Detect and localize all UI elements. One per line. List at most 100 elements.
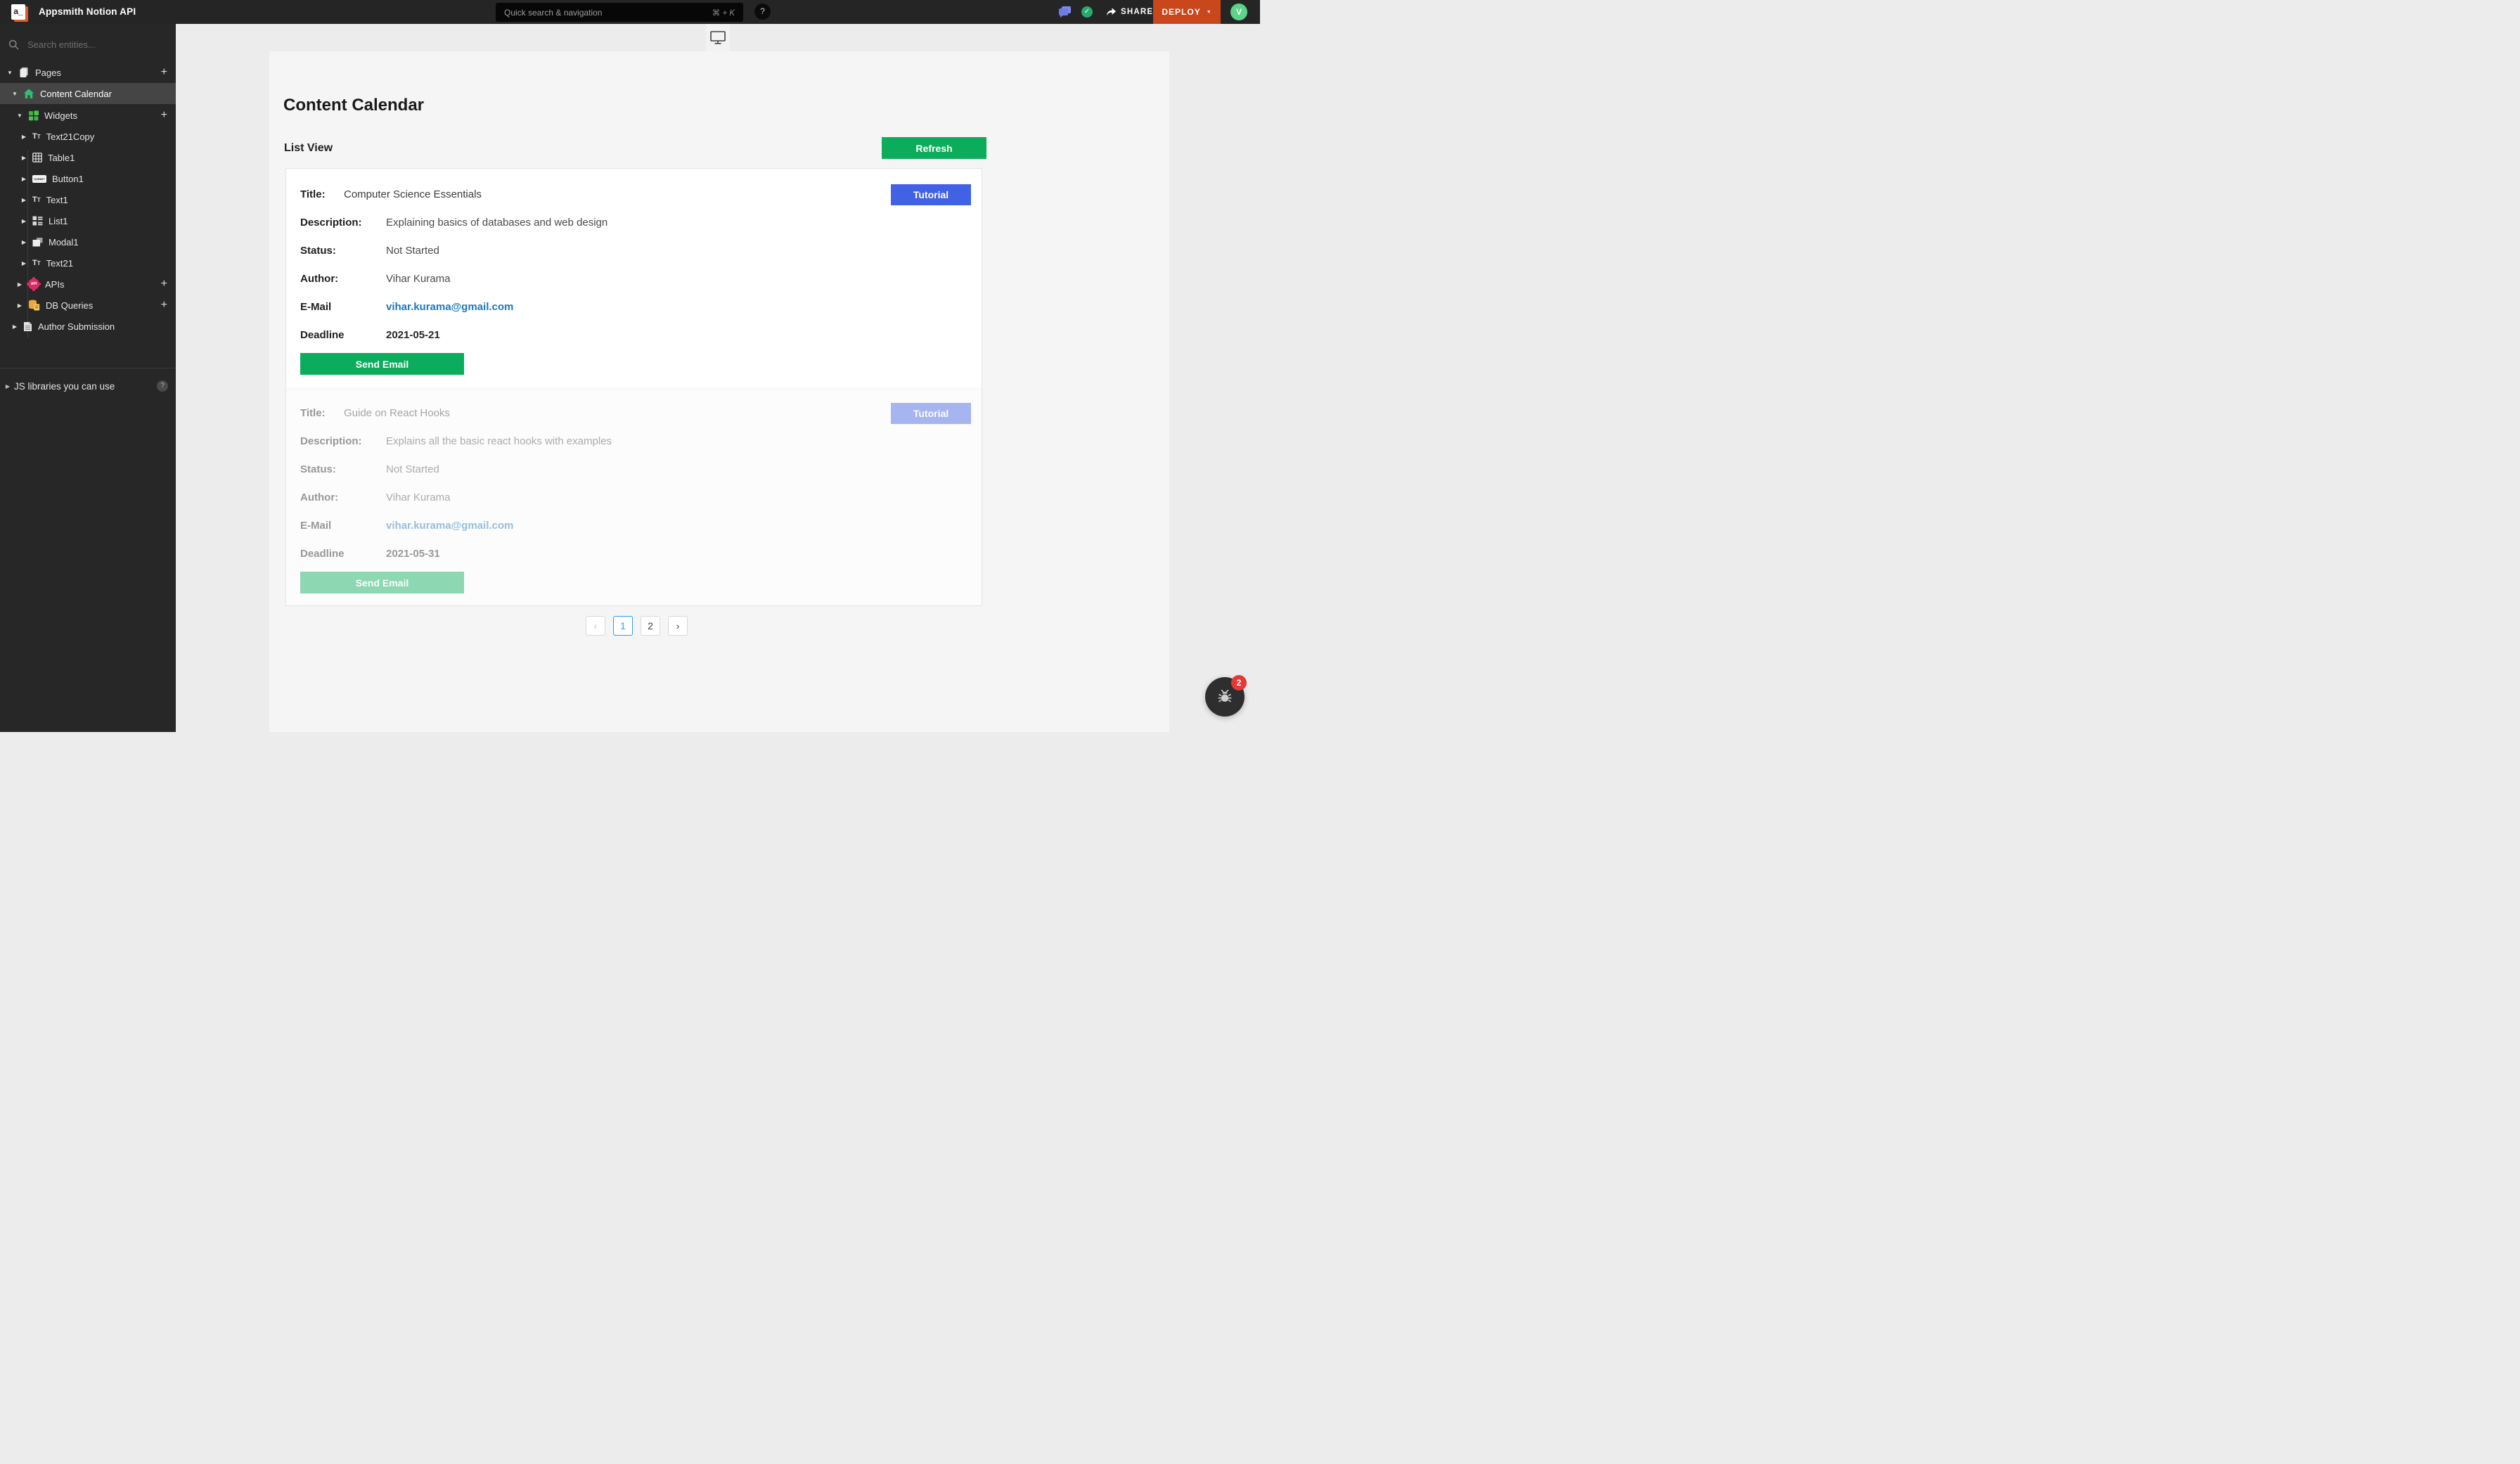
chevron-right-icon[interactable]: ▶	[20, 155, 27, 161]
deploy-caret-icon[interactable]: ▼	[1207, 10, 1212, 15]
chevron-right-icon[interactable]: ▶	[16, 302, 23, 309]
text-widget-icon: TT	[32, 259, 41, 267]
pagination-page-1[interactable]: 1	[613, 616, 633, 636]
sidebar-item-label: Pages	[35, 68, 61, 78]
description-value: Explains all the basic react hooks with …	[386, 435, 612, 449]
share-button[interactable]: SHARE	[1106, 7, 1153, 16]
list-widget-icon	[32, 216, 43, 226]
field-label: Description:	[300, 216, 362, 230]
sidebar-item-table1[interactable]: ▶ Table1	[0, 147, 176, 168]
sidebar-item-text21copy[interactable]: ▶ TT Text21Copy	[0, 126, 176, 147]
chevron-right-icon[interactable]: ▶	[4, 383, 11, 390]
help-button[interactable]: ?	[754, 4, 771, 20]
chevron-right-icon[interactable]: ▶	[16, 281, 23, 288]
email-link[interactable]: vihar.kurama@gmail.com	[386, 519, 513, 533]
chevron-down-icon[interactable]: ▼	[6, 70, 13, 76]
sidebar-item-modal1[interactable]: ▶ Modal1	[0, 231, 176, 252]
chevron-right-icon[interactable]: ▶	[20, 218, 27, 224]
js-libraries-help-icon[interactable]: ?	[157, 380, 168, 392]
sidebar-item-db-queries[interactable]: ▶ DB Queries +	[0, 295, 176, 316]
canvas-area: Content Calendar List View Refresh Title…	[176, 24, 1260, 732]
deploy-button[interactable]: DEPLOY ▼	[1153, 0, 1221, 24]
api-icon: API	[28, 278, 39, 290]
app-title: Appsmith Notion API	[39, 6, 136, 17]
deadline-value: 2021-05-31	[386, 547, 440, 561]
page-document-icon	[23, 321, 32, 332]
add-api-button[interactable]: +	[161, 278, 167, 290]
sidebar-item-label: List1	[49, 216, 68, 226]
refresh-button[interactable]: Refresh	[882, 137, 986, 159]
field-label: Author:	[300, 491, 338, 505]
field-label: Title:	[300, 188, 326, 202]
sidebar-item-author-submission[interactable]: ▶ Author Submission	[0, 316, 176, 337]
field-label: Deadline	[300, 328, 345, 342]
tutorial-tag-button[interactable]: Tutorial	[891, 184, 971, 205]
sidebar-item-label: Table1	[48, 153, 75, 163]
pagination-next-button[interactable]: ›	[668, 616, 688, 636]
user-avatar[interactable]: V	[1230, 4, 1247, 20]
sidebar-item-content-calendar[interactable]: ▼ Content Calendar	[0, 83, 176, 104]
sidebar-item-widgets[interactable]: ▼ Widgets +	[0, 105, 176, 126]
quick-search-shortcut: ⌘ + K	[712, 8, 735, 18]
chevron-down-icon[interactable]: ▼	[11, 91, 18, 97]
email-link[interactable]: vihar.kurama@gmail.com	[386, 300, 513, 314]
chevron-right-icon[interactable]: ▶	[11, 323, 18, 330]
author-value: Vihar Kurama	[386, 491, 450, 505]
deploy-status-icon[interactable]: ✓	[1081, 6, 1093, 18]
desktop-icon[interactable]	[710, 31, 726, 44]
chevron-right-icon[interactable]: ▶	[20, 239, 27, 245]
entity-search-input[interactable]	[27, 39, 161, 50]
list-pagination: ‹ 1 2 ›	[586, 616, 688, 636]
add-page-button[interactable]: +	[161, 66, 167, 79]
sidebar-item-list1[interactable]: ▶ List1	[0, 210, 176, 231]
sidebar-item-text1[interactable]: ▶ TT Text1	[0, 189, 176, 210]
chevron-down-icon[interactable]: ▼	[16, 113, 23, 119]
quick-search[interactable]: ⌘ + K	[496, 3, 743, 22]
appsmith-logo[interactable]: a_	[11, 4, 25, 20]
chevron-right-icon[interactable]: ▶	[20, 260, 27, 267]
sidebar-item-apis[interactable]: ▶ API APIs +	[0, 274, 176, 295]
sidebar-item-pages[interactable]: ▼ Pages +	[0, 62, 176, 83]
sidebar-item-label: Content Calendar	[40, 89, 112, 99]
sidebar-item-button1[interactable]: ▶ SUBMIT Button1	[0, 168, 176, 189]
sidebar-item-label: APIs	[45, 279, 64, 290]
title-value: Guide on React Hooks	[344, 406, 450, 420]
sidebar-item-label: Widgets	[44, 110, 77, 121]
sidebar-item-label: DB Queries	[46, 300, 93, 311]
home-icon	[23, 89, 34, 99]
add-query-button[interactable]: +	[161, 299, 167, 312]
sidebar-item-js-libraries[interactable]: ▶ JS libraries you can use ?	[0, 375, 176, 397]
comments-icon[interactable]	[1058, 6, 1072, 18]
chevron-right-icon[interactable]: ▶	[20, 134, 27, 140]
sidebar-item-text21[interactable]: ▶ TT Text21	[0, 252, 176, 274]
entity-search[interactable]	[0, 32, 176, 56]
database-icon	[28, 300, 40, 311]
quick-search-input[interactable]	[504, 8, 712, 18]
field-label: Deadline	[300, 547, 345, 561]
send-email-button[interactable]: Send Email	[300, 353, 464, 375]
chevron-right-icon[interactable]: ▶	[20, 176, 27, 182]
field-label: Title:	[300, 406, 326, 420]
table-widget-icon	[32, 153, 42, 162]
deploy-label: DEPLOY	[1162, 7, 1200, 17]
app-page: Content Calendar List View Refresh Title…	[269, 51, 1169, 732]
share-label: SHARE	[1121, 8, 1153, 16]
field-label: E-Mail	[300, 519, 331, 533]
pagination-page-2[interactable]: 2	[641, 616, 660, 636]
chevron-right-icon[interactable]: ▶	[20, 197, 27, 203]
sidebar-item-label: Text1	[46, 195, 68, 205]
tutorial-tag-button[interactable]: Tutorial	[891, 403, 971, 424]
send-email-button[interactable]: Send Email	[300, 572, 464, 593]
top-bar: a_ Appsmith Notion API ⌘ + K ? ✓ SHARE D…	[0, 0, 1260, 24]
button-widget-icon: SUBMIT	[32, 175, 46, 183]
canvas-size-selector[interactable]	[706, 24, 730, 51]
field-label: Status:	[300, 463, 336, 477]
share-arrow-icon	[1106, 7, 1117, 16]
entity-explorer-sidebar: ▼ Pages + ▼ Content Calendar ▼	[0, 24, 176, 732]
add-widget-button[interactable]: +	[161, 109, 167, 122]
author-value: Vihar Kurama	[386, 272, 450, 286]
bug-icon	[1216, 688, 1234, 706]
sidebar-item-label: Text21Copy	[46, 131, 95, 142]
pagination-prev-button[interactable]: ‹	[586, 616, 605, 636]
field-label: Author:	[300, 272, 338, 286]
